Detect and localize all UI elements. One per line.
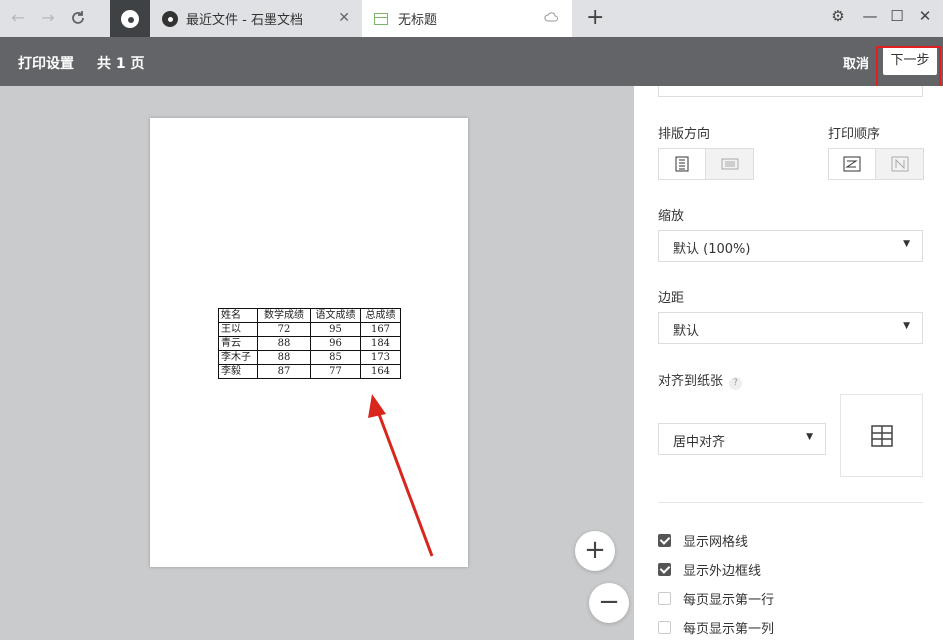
- option-label: 显示外边框线: [683, 564, 762, 579]
- print-order-label: 打印顺序: [828, 127, 881, 142]
- scale-select[interactable]: 默认 (100%) ▼: [658, 230, 923, 262]
- align-select[interactable]: 居中对齐 ▼: [658, 423, 826, 455]
- align-preview: [840, 394, 923, 477]
- option-show-gridlines[interactable]: 显示网格线: [658, 531, 748, 550]
- chevron-down-icon: ▼: [903, 239, 910, 249]
- table-cell: 95: [310, 322, 361, 337]
- print-title: 打印设置: [18, 56, 74, 72]
- option-label: 每页显示第一列: [683, 622, 775, 637]
- browser-tab-bar: ← → 最近文件 - 石墨文档 ✕ 无标题 + ⚙ — ☐ ✕: [0, 0, 943, 37]
- table-cell: 164: [360, 364, 401, 379]
- print-header: 打印设置 共 1 页 取消 下一步: [0, 37, 943, 86]
- app-logo-tab[interactable]: [110, 0, 150, 37]
- table-row: 王以 72 95 167: [218, 322, 401, 337]
- table-cell: 85: [310, 350, 361, 365]
- checkbox[interactable]: [658, 534, 671, 547]
- new-tab-button[interactable]: +: [586, 5, 604, 30]
- portrait-icon: [675, 156, 689, 172]
- next-step-button[interactable]: 下一步: [883, 47, 937, 75]
- table-header-row: 姓名 数学成绩 语文成绩 总成绩: [218, 308, 401, 323]
- option-label: 每页显示第一行: [683, 593, 775, 608]
- table-cell: 青云: [218, 336, 258, 351]
- orientation-toggle: [658, 148, 754, 180]
- cloud-icon: [544, 11, 558, 26]
- table-header: 数学成绩: [257, 308, 311, 323]
- tab-untitled[interactable]: 无标题: [362, 0, 572, 37]
- annotation-arrow-icon: [368, 394, 434, 557]
- table-cell: 77: [310, 364, 361, 379]
- scale-label: 缩放: [658, 209, 685, 224]
- table-cell: 王以: [218, 322, 258, 337]
- option-show-outer-border[interactable]: 显示外边框线: [658, 560, 761, 579]
- table-row: 李木子 88 85 173: [218, 350, 401, 365]
- align-value: 居中对齐: [673, 435, 726, 450]
- checkbox[interactable]: [658, 592, 671, 605]
- option-repeat-first-column[interactable]: 每页显示第一列: [658, 618, 774, 637]
- paper-size-select[interactable]: [658, 86, 923, 97]
- cancel-button[interactable]: 取消: [843, 53, 869, 72]
- margin-value: 默认: [673, 324, 700, 339]
- preview-table: 姓名 数学成绩 语文成绩 总成绩 王以 72 95 167 青云 88 96 1…: [218, 308, 401, 379]
- tab-title: 无标题: [398, 13, 438, 28]
- orientation-label: 排版方向: [658, 127, 711, 142]
- table-cell: 96: [310, 336, 361, 351]
- print-settings-panel: 排版方向 打印顺序 缩放 默认 (100%) ▼ 边距 默认 ▼ 对齐到纸张? …: [634, 86, 943, 640]
- tab-title: 最近文件 - 石墨文档: [186, 13, 303, 28]
- shimo-logo-icon: [121, 9, 139, 28]
- scale-value: 默认 (100%): [673, 242, 751, 257]
- align-label: 对齐到纸张?: [658, 370, 743, 390]
- portrait-option[interactable]: [659, 149, 706, 179]
- margin-label: 边距: [658, 291, 685, 306]
- spreadsheet-icon: [374, 12, 388, 25]
- table-header: 姓名: [218, 308, 258, 323]
- print-order-toggle: [828, 148, 924, 180]
- margin-select[interactable]: 默认 ▼: [658, 312, 923, 344]
- align-label-text: 对齐到纸张: [658, 374, 724, 389]
- chevron-down-icon: ▼: [903, 321, 910, 331]
- table-cell: 88: [257, 350, 311, 365]
- order-n-option[interactable]: [876, 149, 923, 179]
- checkbox[interactable]: [658, 563, 671, 576]
- table-header: 总成绩: [360, 308, 401, 323]
- table-grid-icon: [870, 424, 893, 447]
- table-cell: 167: [360, 322, 401, 337]
- table-cell: 李木子: [218, 350, 258, 365]
- order-z-icon: [843, 156, 861, 172]
- option-repeat-first-row[interactable]: 每页显示第一行: [658, 589, 774, 608]
- tab-recent-files[interactable]: 最近文件 - 石墨文档 ✕: [152, 0, 358, 37]
- landscape-option[interactable]: [706, 149, 753, 179]
- checkbox[interactable]: [658, 621, 671, 634]
- shimo-logo-icon: [162, 10, 178, 27]
- option-label: 显示网格线: [683, 535, 749, 550]
- maximize-icon[interactable]: ☐: [885, 7, 909, 25]
- zoom-in-button[interactable]: +: [575, 531, 615, 571]
- table-cell: 87: [257, 364, 311, 379]
- settings-icon[interactable]: ⚙: [826, 7, 850, 25]
- landscape-icon: [721, 158, 738, 170]
- order-n-icon: [891, 156, 908, 172]
- table-cell: 173: [360, 350, 401, 365]
- order-z-option[interactable]: [829, 149, 876, 179]
- help-icon[interactable]: ?: [729, 377, 743, 390]
- forward-icon[interactable]: →: [36, 6, 60, 30]
- table-cell: 88: [257, 336, 311, 351]
- close-icon[interactable]: ✕: [338, 10, 350, 26]
- zoom-out-button[interactable]: −: [589, 583, 629, 623]
- table-cell: 李毅: [218, 364, 258, 379]
- reload-icon[interactable]: [66, 6, 90, 30]
- window-close-icon[interactable]: ✕: [913, 7, 937, 25]
- minimize-icon[interactable]: —: [858, 7, 882, 25]
- page-count: 共 1 页: [97, 56, 145, 72]
- back-icon[interactable]: ←: [6, 6, 30, 30]
- divider: [658, 502, 923, 503]
- table-row: 李毅 87 77 164: [218, 364, 401, 379]
- table-cell: 184: [360, 336, 401, 351]
- table-row: 青云 88 96 184: [218, 336, 401, 351]
- table-header: 语文成绩: [310, 308, 361, 323]
- table-cell: 72: [257, 322, 311, 337]
- chevron-down-icon: ▼: [806, 432, 813, 442]
